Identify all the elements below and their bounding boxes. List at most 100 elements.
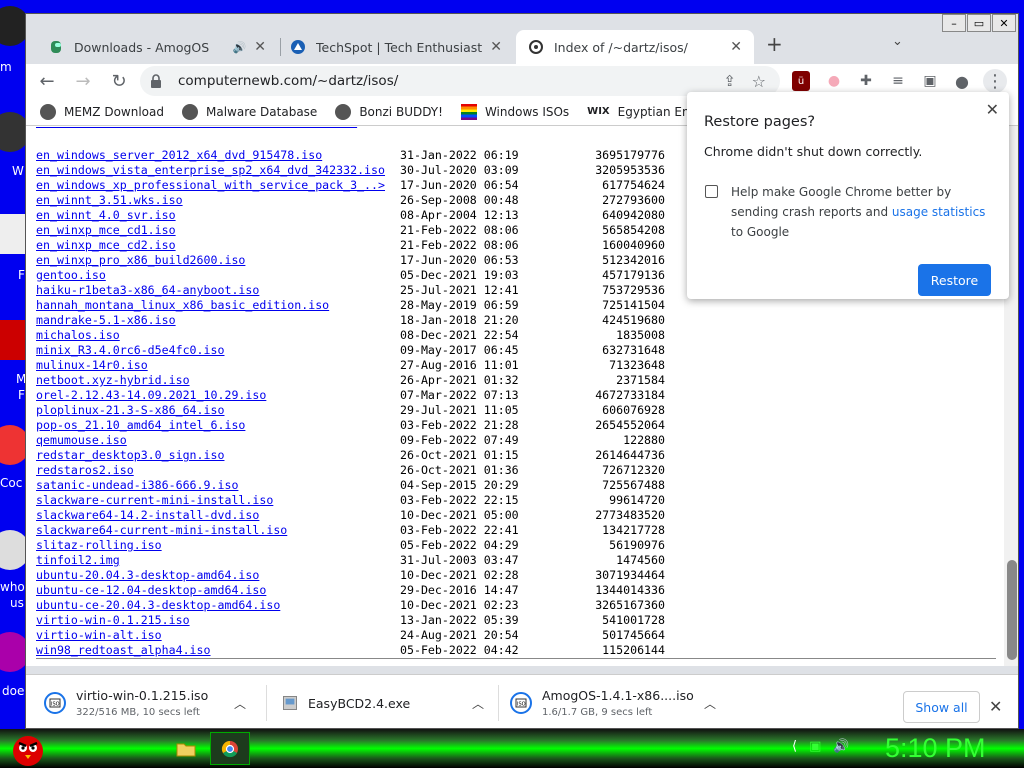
back-button[interactable]: ← [32, 71, 62, 92]
file-link[interactable]: slackware64-current-mini-install.iso [36, 523, 400, 538]
file-link[interactable]: en_windows_server_2012_x64_dvd_915478.is… [36, 148, 400, 163]
file-link[interactable]: hannah_montana_linux_x86_basic_edition.i… [36, 298, 400, 313]
file-size: 71323648 [609, 358, 665, 372]
file-link[interactable]: michalos.iso [36, 328, 400, 343]
bookmark-malware-database[interactable]: Malware Database [181, 103, 317, 120]
url-text[interactable]: computernewb.com/~dartz/isos/ [178, 73, 398, 89]
file-link[interactable]: satanic-undead-i386-666.9.iso [36, 478, 400, 493]
file-link[interactable]: en_winnt_3.51.wks.iso [36, 193, 400, 208]
share-icon[interactable]: ⇪ [723, 72, 736, 90]
file-date: 08-Apr-2004 12:13 [400, 208, 519, 222]
file-link[interactable]: en_winxp_mce_cd2.iso [36, 238, 400, 253]
desktop-icon-2[interactable] [0, 112, 28, 152]
desktop-icon-3[interactable] [0, 214, 28, 254]
desktop-icon-4[interactable] [0, 320, 28, 360]
close-icon[interactable]: ✕ [989, 697, 1002, 716]
desktop-icon-5[interactable] [0, 425, 28, 465]
taskbar-file-manager[interactable] [166, 732, 206, 765]
close-icon[interactable]: ✕ [490, 39, 502, 55]
close-icon[interactable]: ✕ [730, 39, 742, 55]
scrollbar-thumb[interactable] [1007, 560, 1017, 660]
volume-icon[interactable]: 🔊 [833, 739, 849, 754]
usage-statistics-link[interactable]: usage statistics [892, 205, 986, 219]
reload-button[interactable]: ↻ [104, 71, 134, 92]
back-arrow-tray-icon[interactable]: ⟨ [792, 739, 797, 754]
bookmark-star-icon[interactable]: ☆ [752, 72, 766, 91]
forward-button[interactable]: → [68, 71, 98, 92]
new-tab-button[interactable]: + [766, 32, 783, 56]
file-date: 18-Jan-2018 21:20 [400, 313, 519, 327]
file-link[interactable]: tinfoil2.img [36, 553, 400, 568]
angry-bird-start-icon[interactable] [8, 729, 48, 768]
address-bar[interactable]: computernewb.com/~dartz/isos/ ⇪ ☆ [140, 66, 780, 96]
media-control-icon[interactable]: ≡ [887, 71, 909, 91]
download-item[interactable]: ISO virtio-win-0.1.215.iso 322/516 MB, 10… [44, 675, 264, 728]
close-icon[interactable]: ✕ [254, 39, 266, 55]
file-link[interactable]: en_winxp_mce_cd1.iso [36, 223, 400, 238]
file-link[interactable]: en_winxp_pro_x86_build2600.iso [36, 253, 400, 268]
profile-avatar-icon[interactable]: ● [951, 71, 973, 91]
lock-icon[interactable] [150, 74, 162, 88]
file-link[interactable]: virtio-win-alt.iso [36, 628, 400, 643]
file-size: 56190976 [609, 538, 665, 552]
file-link[interactable]: redstaros2.iso [36, 463, 400, 478]
file-link[interactable]: pop-os_21.10_amd64_intel_6.iso [36, 418, 400, 433]
file-link[interactable]: ubuntu-ce-20.04.3-desktop-amd64.iso [36, 598, 400, 613]
tab-techspot[interactable]: TechSpot | Tech Enthusiasts, Pow ✕ [278, 30, 514, 64]
file-link[interactable]: slackware64-14.2-install-dvd.iso [36, 508, 400, 523]
chevron-up-icon[interactable]: ︿ [234, 695, 246, 712]
file-link[interactable]: mulinux-14r0.iso [36, 358, 400, 373]
file-row: pop-os_21.10_amd64_intel_6.iso 03-Feb-202… [36, 418, 665, 433]
tab-index-of-isos[interactable]: Index of /~dartz/isos/ ✕ [516, 30, 754, 64]
file-row: tinfoil2.img 31-Jul-2003 03:47 1474560 [36, 553, 665, 568]
file-row: mandrake-5.1-x86.iso 18-Jan-2018 21:20 424… [36, 313, 665, 328]
audio-icon[interactable]: 🔊 [233, 41, 247, 54]
chevron-up-icon[interactable]: ︿ [472, 695, 484, 712]
file-link[interactable]: gentoo.iso [36, 268, 400, 283]
file-row: qemumouse.iso 09-Feb-2022 07:49 122880 [36, 433, 665, 448]
download-item[interactable]: EasyBCD2.4.exe ︿ [282, 675, 502, 728]
file-link[interactable]: minix_R3.4.0rc6-d5e4fc0.iso [36, 343, 400, 358]
file-size: 160040960 [602, 238, 665, 252]
crash-report-checkbox[interactable] [705, 185, 718, 198]
file-link[interactable]: win98_redtoast_alpha4.iso [36, 643, 400, 658]
file-link[interactable]: ploplinux-21.3-S-x86_64.iso [36, 403, 400, 418]
download-item[interactable]: ISO AmogOS-1.4.1-x86....iso 1.6/1.7 GB, 9… [510, 675, 730, 728]
clock[interactable]: 5:10 PM [885, 733, 986, 764]
taskbar-chrome[interactable] [210, 732, 250, 765]
file-link[interactable]: en_windows_vista_enterprise_sp2_x64_dvd_… [36, 163, 400, 178]
file-link[interactable]: en_windows_xp_professional_with_service_… [36, 178, 400, 193]
download-status: 322/516 MB, 10 secs left [76, 707, 200, 718]
chevron-up-icon[interactable]: ︿ [704, 695, 716, 712]
network-icon[interactable]: ▣ [809, 739, 821, 754]
file-link[interactable]: slackware-current-mini-install.iso [36, 493, 400, 508]
show-all-button[interactable]: Show all [903, 691, 980, 723]
file-link[interactable]: redstar_desktop3.0_sign.iso [36, 448, 400, 463]
file-link[interactable]: netboot.xyz-hybrid.iso [36, 373, 400, 388]
tab-title: TechSpot | Tech Enthusiasts, Pow [316, 39, 483, 55]
chrome-menu-icon[interactable]: ⋮ [983, 69, 1007, 93]
tab-downloads[interactable]: Downloads - AmogOS 🔊 ✕ [36, 30, 278, 64]
file-link[interactable]: en_winnt_4.0_svr.iso [36, 208, 400, 223]
desktop-icon-1[interactable] [0, 6, 28, 46]
file-link[interactable]: ubuntu-ce-12.04-desktop-amd64.iso [36, 583, 400, 598]
bookmark-memz[interactable]: MEMZ Download [40, 103, 164, 120]
bookmark-bonzi-buddy[interactable]: Bonzi BUDDY! [335, 103, 443, 120]
ublock-icon[interactable]: ü [792, 71, 810, 91]
restore-button[interactable]: Restore [918, 264, 991, 296]
file-link[interactable]: virtio-win-0.1.215.iso [36, 613, 400, 628]
tab-search-button[interactable]: ⌄ [892, 34, 903, 49]
bookmark-windows-isos[interactable]: Windows ISOs [460, 103, 569, 120]
extensions-puzzle-icon[interactable]: ✚ [855, 71, 877, 91]
side-panel-icon[interactable]: ▣ [919, 71, 941, 91]
file-link[interactable]: ubuntu-20.04.3-desktop-amd64.iso [36, 568, 400, 583]
file-link[interactable]: orel-2.12.43-14.09.2021_10.29.iso [36, 388, 400, 403]
desktop-icon-6[interactable] [0, 530, 28, 570]
trans-flag-icon[interactable]: ● [823, 71, 845, 91]
desktop-icon-7[interactable] [0, 632, 28, 672]
file-link[interactable]: slitaz-rolling.iso [36, 538, 400, 553]
close-icon[interactable]: ✕ [986, 100, 999, 119]
file-link[interactable]: mandrake-5.1-x86.iso [36, 313, 400, 328]
file-link[interactable]: qemumouse.iso [36, 433, 400, 448]
file-link[interactable]: haiku-r1beta3-x86_64-anyboot.iso [36, 283, 400, 298]
